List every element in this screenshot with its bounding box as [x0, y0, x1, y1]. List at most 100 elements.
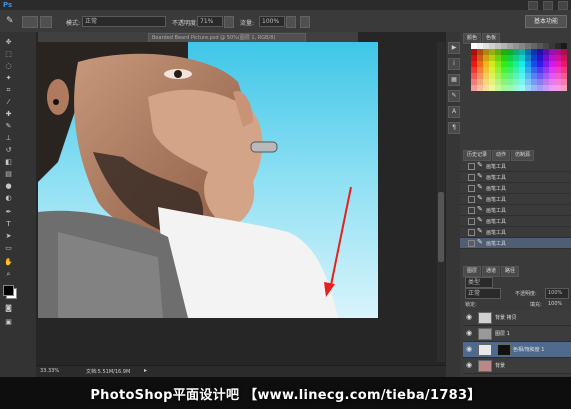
clone-stamp-tool-icon[interactable]: ⊥	[4, 134, 13, 143]
maximize-icon[interactable]	[543, 1, 553, 10]
menu-bar: Ps	[0, 0, 571, 10]
lock-label: 锁定:	[465, 302, 477, 308]
layer-row-selected[interactable]: ◉ 色相/饱和度 1	[463, 342, 571, 358]
history-item[interactable]: ✎ 画笔工具	[460, 161, 571, 172]
layer-blend-mode[interactable]: 正常	[465, 288, 501, 299]
layer-row[interactable]: ◉ 背景	[463, 358, 571, 374]
brush-icon: ✎	[477, 227, 483, 235]
history-source-checkbox[interactable]	[468, 163, 475, 170]
brush-tool-icon[interactable]: ✎	[6, 16, 14, 26]
zoom-tool-icon[interactable]: ⌕	[4, 270, 13, 279]
dodge-tool-icon[interactable]: ◐	[4, 194, 13, 203]
history-item[interactable]: ✎ 画笔工具	[460, 216, 571, 227]
history-source-checkbox[interactable]	[468, 229, 475, 236]
move-tool-icon[interactable]: ✥	[4, 38, 13, 47]
brush-presets-icon[interactable]: ✎	[448, 90, 460, 102]
lasso-tool-icon[interactable]: ◌	[4, 62, 13, 71]
color-swatch[interactable]	[561, 85, 567, 91]
pen-tool-icon[interactable]: ✒	[4, 208, 13, 217]
layer-opacity-label: 不透明度:	[515, 291, 537, 297]
shape-tool-icon[interactable]: ▭	[4, 244, 13, 253]
layer-opacity-input[interactable]: 100%	[545, 288, 569, 299]
history-source-checkbox[interactable]	[468, 174, 475, 181]
layer-row[interactable]: ◉ 背景 拷贝	[463, 310, 571, 326]
scroll-thumb[interactable]	[438, 192, 444, 262]
screen-mode-icon[interactable]: ▣	[4, 318, 13, 327]
workspace-switcher[interactable]: 基本功能	[525, 15, 567, 28]
gradient-tool-icon[interactable]: ▤	[4, 170, 13, 179]
visibility-eye-icon[interactable]: ◉	[466, 345, 472, 353]
quick-mask-icon[interactable]: ◙	[4, 304, 13, 313]
portrait-photo	[38, 42, 378, 318]
swatches-grid[interactable]	[471, 43, 567, 91]
swatches-icon[interactable]: ▦	[448, 74, 460, 86]
tab-paths[interactable]: 路径	[501, 266, 520, 277]
history-source-checkbox[interactable]	[468, 218, 475, 225]
paragraph-panel-icon[interactable]: ¶	[448, 122, 460, 134]
history-source-checkbox[interactable]	[468, 240, 475, 247]
zoom-level[interactable]: 33.33%	[40, 368, 59, 374]
blur-tool-icon[interactable]: ●	[4, 182, 13, 191]
flow-input[interactable]: 100%	[259, 16, 285, 27]
visibility-eye-icon[interactable]: ◉	[466, 329, 472, 337]
eraser-tool-icon[interactable]: ◧	[4, 158, 13, 167]
history-item[interactable]: ✎ 画笔工具	[460, 194, 571, 205]
mode-select[interactable]: 正常	[82, 16, 166, 27]
brush-preset-picker[interactable]	[22, 16, 38, 28]
fill-value[interactable]: 100%	[548, 301, 562, 307]
brush-panel-toggle[interactable]	[40, 16, 52, 28]
history-item-selected[interactable]: ✎ 画笔工具	[460, 238, 571, 249]
canvas-image[interactable]	[38, 42, 378, 318]
eyedropper-tool-icon[interactable]: ⁄	[4, 98, 13, 107]
layer-mask-thumbnail[interactable]	[497, 344, 511, 356]
character-panel-icon[interactable]: A	[448, 106, 460, 118]
history-item[interactable]: ✎ 画笔工具	[460, 227, 571, 238]
type-tool-icon[interactable]: T	[4, 220, 13, 229]
airbrush-icon[interactable]	[286, 16, 296, 28]
tab-history[interactable]: 历史记录	[463, 150, 492, 161]
foreground-color-swatch[interactable]	[3, 285, 14, 296]
crop-tool-icon[interactable]: ⌗	[4, 86, 13, 95]
quick-select-tool-icon[interactable]: ✦	[4, 74, 13, 83]
opacity-label: 不透明度:	[172, 20, 199, 27]
vertical-scrollbar[interactable]	[437, 42, 445, 362]
healing-brush-tool-icon[interactable]: ✚	[4, 110, 13, 119]
brush-icon: ✎	[477, 172, 483, 180]
history-brush-tool-icon[interactable]: ↺	[4, 146, 13, 155]
adjustment-thumbnail	[478, 344, 492, 356]
history-item[interactable]: ✎ 画笔工具	[460, 183, 571, 194]
history-panel-tabs: 历史记录 动作 仿制源	[463, 150, 535, 161]
path-select-tool-icon[interactable]: ➤	[4, 232, 13, 241]
tab-channels[interactable]: 通道	[482, 266, 501, 277]
layer-thumbnail	[478, 312, 492, 324]
history-source-checkbox[interactable]	[468, 196, 475, 203]
pressure-size-icon[interactable]	[300, 16, 310, 28]
hand-tool-icon[interactable]: ✋	[4, 258, 13, 267]
history-source-checkbox[interactable]	[468, 207, 475, 214]
history-item[interactable]: ✎ 画笔工具	[460, 205, 571, 216]
layer-row[interactable]: ◉ 图层 1	[463, 326, 571, 342]
tab-clone-source[interactable]: 仿制源	[511, 150, 535, 161]
status-menu-arrow-icon[interactable]: ▸	[144, 367, 147, 374]
marquee-tool-icon[interactable]: ⬚	[4, 50, 13, 59]
visibility-eye-icon[interactable]: ◉	[466, 313, 472, 321]
pressure-opacity-icon[interactable]	[224, 16, 234, 28]
brush-tool-icon-active[interactable]: ✎	[4, 122, 13, 131]
tab-actions[interactable]: 动作	[492, 150, 511, 161]
photoshop-logo: Ps	[3, 1, 13, 9]
brush-icon: ✎	[477, 205, 483, 213]
document-tabs: Bearded Beard Picture.psd @ 50%(图层 1, RG…	[38, 32, 358, 43]
watermark-banner: PhotoShop平面设计吧 【www.linecg.com/tieba/178…	[0, 377, 571, 409]
close-icon[interactable]	[558, 1, 568, 10]
minimize-icon[interactable]	[528, 1, 538, 10]
tab-layers[interactable]: 图层	[463, 266, 482, 277]
history-source-checkbox[interactable]	[468, 185, 475, 192]
play-action-icon[interactable]: ▶	[448, 42, 460, 54]
brush-icon: ✎	[477, 216, 483, 224]
panel-dock: ▶ i ▦ ✎ A ¶	[446, 32, 460, 377]
info-panel-icon[interactable]: i	[448, 58, 460, 70]
layer-kind-filter[interactable]: 类型	[465, 277, 493, 288]
history-item[interactable]: ✎ 画笔工具	[460, 172, 571, 183]
visibility-eye-icon[interactable]: ◉	[466, 361, 472, 369]
opacity-input[interactable]: 71%	[197, 16, 223, 27]
